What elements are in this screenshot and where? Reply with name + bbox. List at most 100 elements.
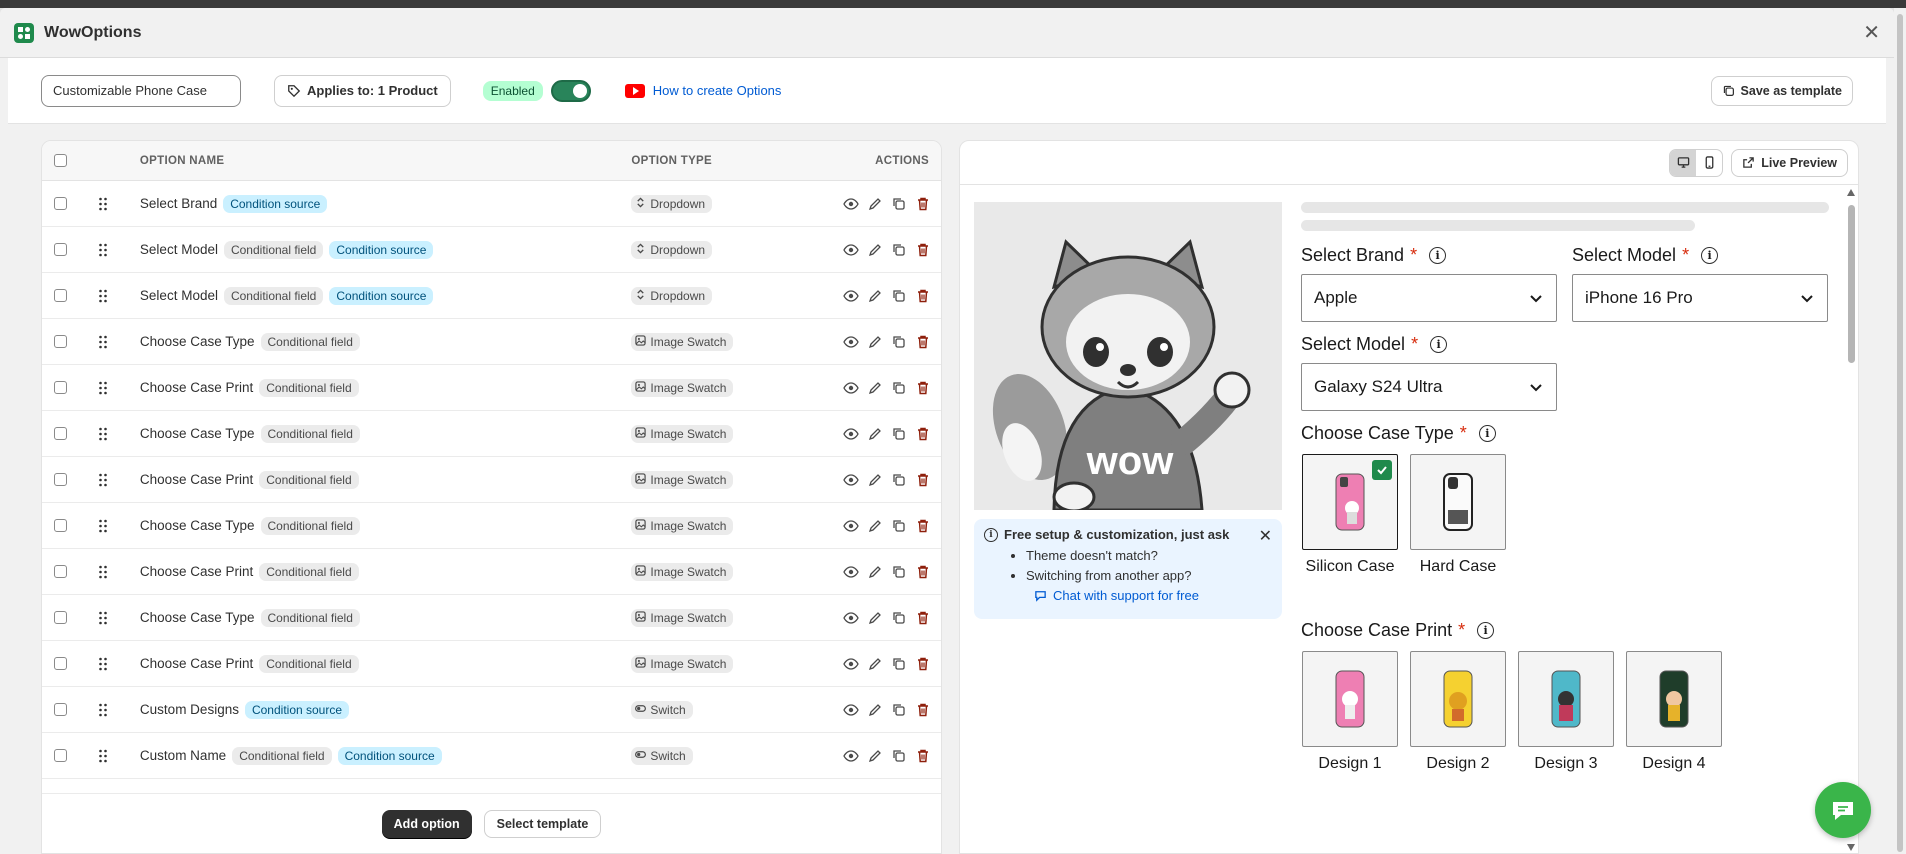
- duplicate-icon[interactable]: [891, 702, 907, 718]
- drag-handle-icon[interactable]: [98, 703, 108, 717]
- add-option-button[interactable]: Add option: [381, 809, 472, 838]
- row-checkbox[interactable]: [54, 565, 67, 578]
- duplicate-icon[interactable]: [891, 380, 907, 396]
- edit-icon[interactable]: [867, 702, 883, 718]
- select-model-dropdown[interactable]: iPhone 16 Pro: [1572, 274, 1828, 322]
- info-icon[interactable]: i: [1430, 336, 1448, 353]
- close-icon[interactable]: ✕: [1863, 23, 1880, 43]
- row-checkbox[interactable]: [54, 473, 67, 486]
- duplicate-icon[interactable]: [891, 656, 907, 672]
- duplicate-icon[interactable]: [891, 242, 907, 258]
- duplicate-icon[interactable]: [891, 196, 907, 212]
- table-row[interactable]: Select Brand Condition source Dropdown: [42, 181, 941, 227]
- table-row[interactable]: Custom Name Conditional field Condition so…: [42, 733, 941, 779]
- chat-widget-button[interactable]: [1815, 782, 1871, 838]
- delete-icon[interactable]: [915, 242, 931, 258]
- table-row[interactable]: Choose Case Type Conditional field Image …: [42, 595, 941, 641]
- delete-icon[interactable]: [915, 610, 931, 626]
- delete-icon[interactable]: [915, 564, 931, 580]
- edit-icon[interactable]: [867, 242, 883, 258]
- delete-icon[interactable]: [915, 334, 931, 350]
- delete-icon[interactable]: [915, 196, 931, 212]
- drag-handle-icon[interactable]: [98, 427, 108, 441]
- drag-handle-icon[interactable]: [98, 289, 108, 303]
- drag-handle-icon[interactable]: [98, 657, 108, 671]
- table-row[interactable]: Choose Case Print Conditional field Image…: [42, 457, 941, 503]
- drag-handle-icon[interactable]: [98, 335, 108, 349]
- edit-icon[interactable]: [867, 334, 883, 350]
- delete-icon[interactable]: [915, 748, 931, 764]
- select-all-checkbox[interactable]: [54, 154, 67, 167]
- table-row[interactable]: Choose Case Type Conditional field Image …: [42, 411, 941, 457]
- chat-support-link[interactable]: Chat with support for free: [1034, 588, 1272, 603]
- drag-handle-icon[interactable]: [98, 519, 108, 533]
- mobile-view-icon[interactable]: [1696, 150, 1722, 176]
- duplicate-icon[interactable]: [891, 288, 907, 304]
- enabled-toggle[interactable]: [550, 79, 591, 102]
- window-scrollbar[interactable]: [1894, 8, 1906, 854]
- view-icon[interactable]: [843, 426, 859, 442]
- row-checkbox[interactable]: [54, 243, 67, 256]
- table-row[interactable]: Choose Case Print Conditional field Image…: [42, 549, 941, 595]
- table-row[interactable]: Select Model Conditional field Condition s…: [42, 273, 941, 319]
- row-checkbox[interactable]: [54, 197, 67, 210]
- view-icon[interactable]: [843, 288, 859, 304]
- delete-icon[interactable]: [915, 380, 931, 396]
- drag-handle-icon[interactable]: [98, 381, 108, 395]
- case-type-swatch-hard[interactable]: [1410, 454, 1506, 550]
- live-preview-button[interactable]: Live Preview: [1731, 148, 1848, 177]
- view-icon[interactable]: [843, 564, 859, 580]
- edit-icon[interactable]: [867, 288, 883, 304]
- edit-icon[interactable]: [867, 656, 883, 672]
- select-template-button[interactable]: Select template: [483, 809, 602, 838]
- view-icon[interactable]: [843, 334, 859, 350]
- case-print-swatch-3[interactable]: [1518, 651, 1614, 747]
- drag-handle-icon[interactable]: [98, 243, 108, 257]
- edit-icon[interactable]: [867, 610, 883, 626]
- select-brand-dropdown[interactable]: Apple: [1301, 274, 1557, 322]
- table-row[interactable]: Choose Case Type Conditional field Image …: [42, 503, 941, 549]
- case-type-swatch-silicon[interactable]: [1302, 454, 1398, 550]
- delete-icon[interactable]: [915, 656, 931, 672]
- duplicate-icon[interactable]: [891, 426, 907, 442]
- table-row[interactable]: Select Model Conditional field Condition s…: [42, 227, 941, 273]
- drag-handle-icon[interactable]: [98, 197, 108, 211]
- delete-icon[interactable]: [915, 518, 931, 534]
- duplicate-icon[interactable]: [891, 472, 907, 488]
- how-to-link[interactable]: How to create Options: [624, 83, 781, 98]
- view-icon[interactable]: [843, 702, 859, 718]
- edit-icon[interactable]: [867, 748, 883, 764]
- case-print-swatch-2[interactable]: [1410, 651, 1506, 747]
- delete-icon[interactable]: [915, 288, 931, 304]
- row-checkbox[interactable]: [54, 749, 67, 762]
- preview-scrollbar[interactable]: [1844, 185, 1858, 853]
- duplicate-icon[interactable]: [891, 748, 907, 764]
- edit-icon[interactable]: [867, 380, 883, 396]
- drag-handle-icon[interactable]: [98, 473, 108, 487]
- view-icon[interactable]: [843, 656, 859, 672]
- table-row[interactable]: Choose Case Type Conditional field Image …: [42, 319, 941, 365]
- delete-icon[interactable]: [915, 426, 931, 442]
- case-print-swatch-1[interactable]: [1302, 651, 1398, 747]
- edit-icon[interactable]: [867, 196, 883, 212]
- duplicate-icon[interactable]: [891, 518, 907, 534]
- row-checkbox[interactable]: [54, 703, 67, 716]
- info-icon[interactable]: i: [1701, 247, 1719, 264]
- table-row[interactable]: Custom Designs Condition source Switch: [42, 687, 941, 733]
- view-icon[interactable]: [843, 472, 859, 488]
- banner-close-icon[interactable]: ✕: [1259, 526, 1272, 546]
- edit-icon[interactable]: [867, 472, 883, 488]
- duplicate-icon[interactable]: [891, 334, 907, 350]
- drag-handle-icon[interactable]: [98, 565, 108, 579]
- edit-icon[interactable]: [867, 564, 883, 580]
- row-checkbox[interactable]: [54, 289, 67, 302]
- applies-to-button[interactable]: Applies to: 1 Product: [274, 74, 451, 107]
- row-checkbox[interactable]: [54, 519, 67, 532]
- case-print-swatch-4[interactable]: [1626, 651, 1722, 747]
- duplicate-icon[interactable]: [891, 564, 907, 580]
- info-icon[interactable]: i: [1477, 622, 1495, 639]
- table-row[interactable]: Choose Case Print Conditional field Image…: [42, 641, 941, 687]
- view-icon[interactable]: [843, 380, 859, 396]
- row-checkbox[interactable]: [54, 335, 67, 348]
- view-icon[interactable]: [843, 748, 859, 764]
